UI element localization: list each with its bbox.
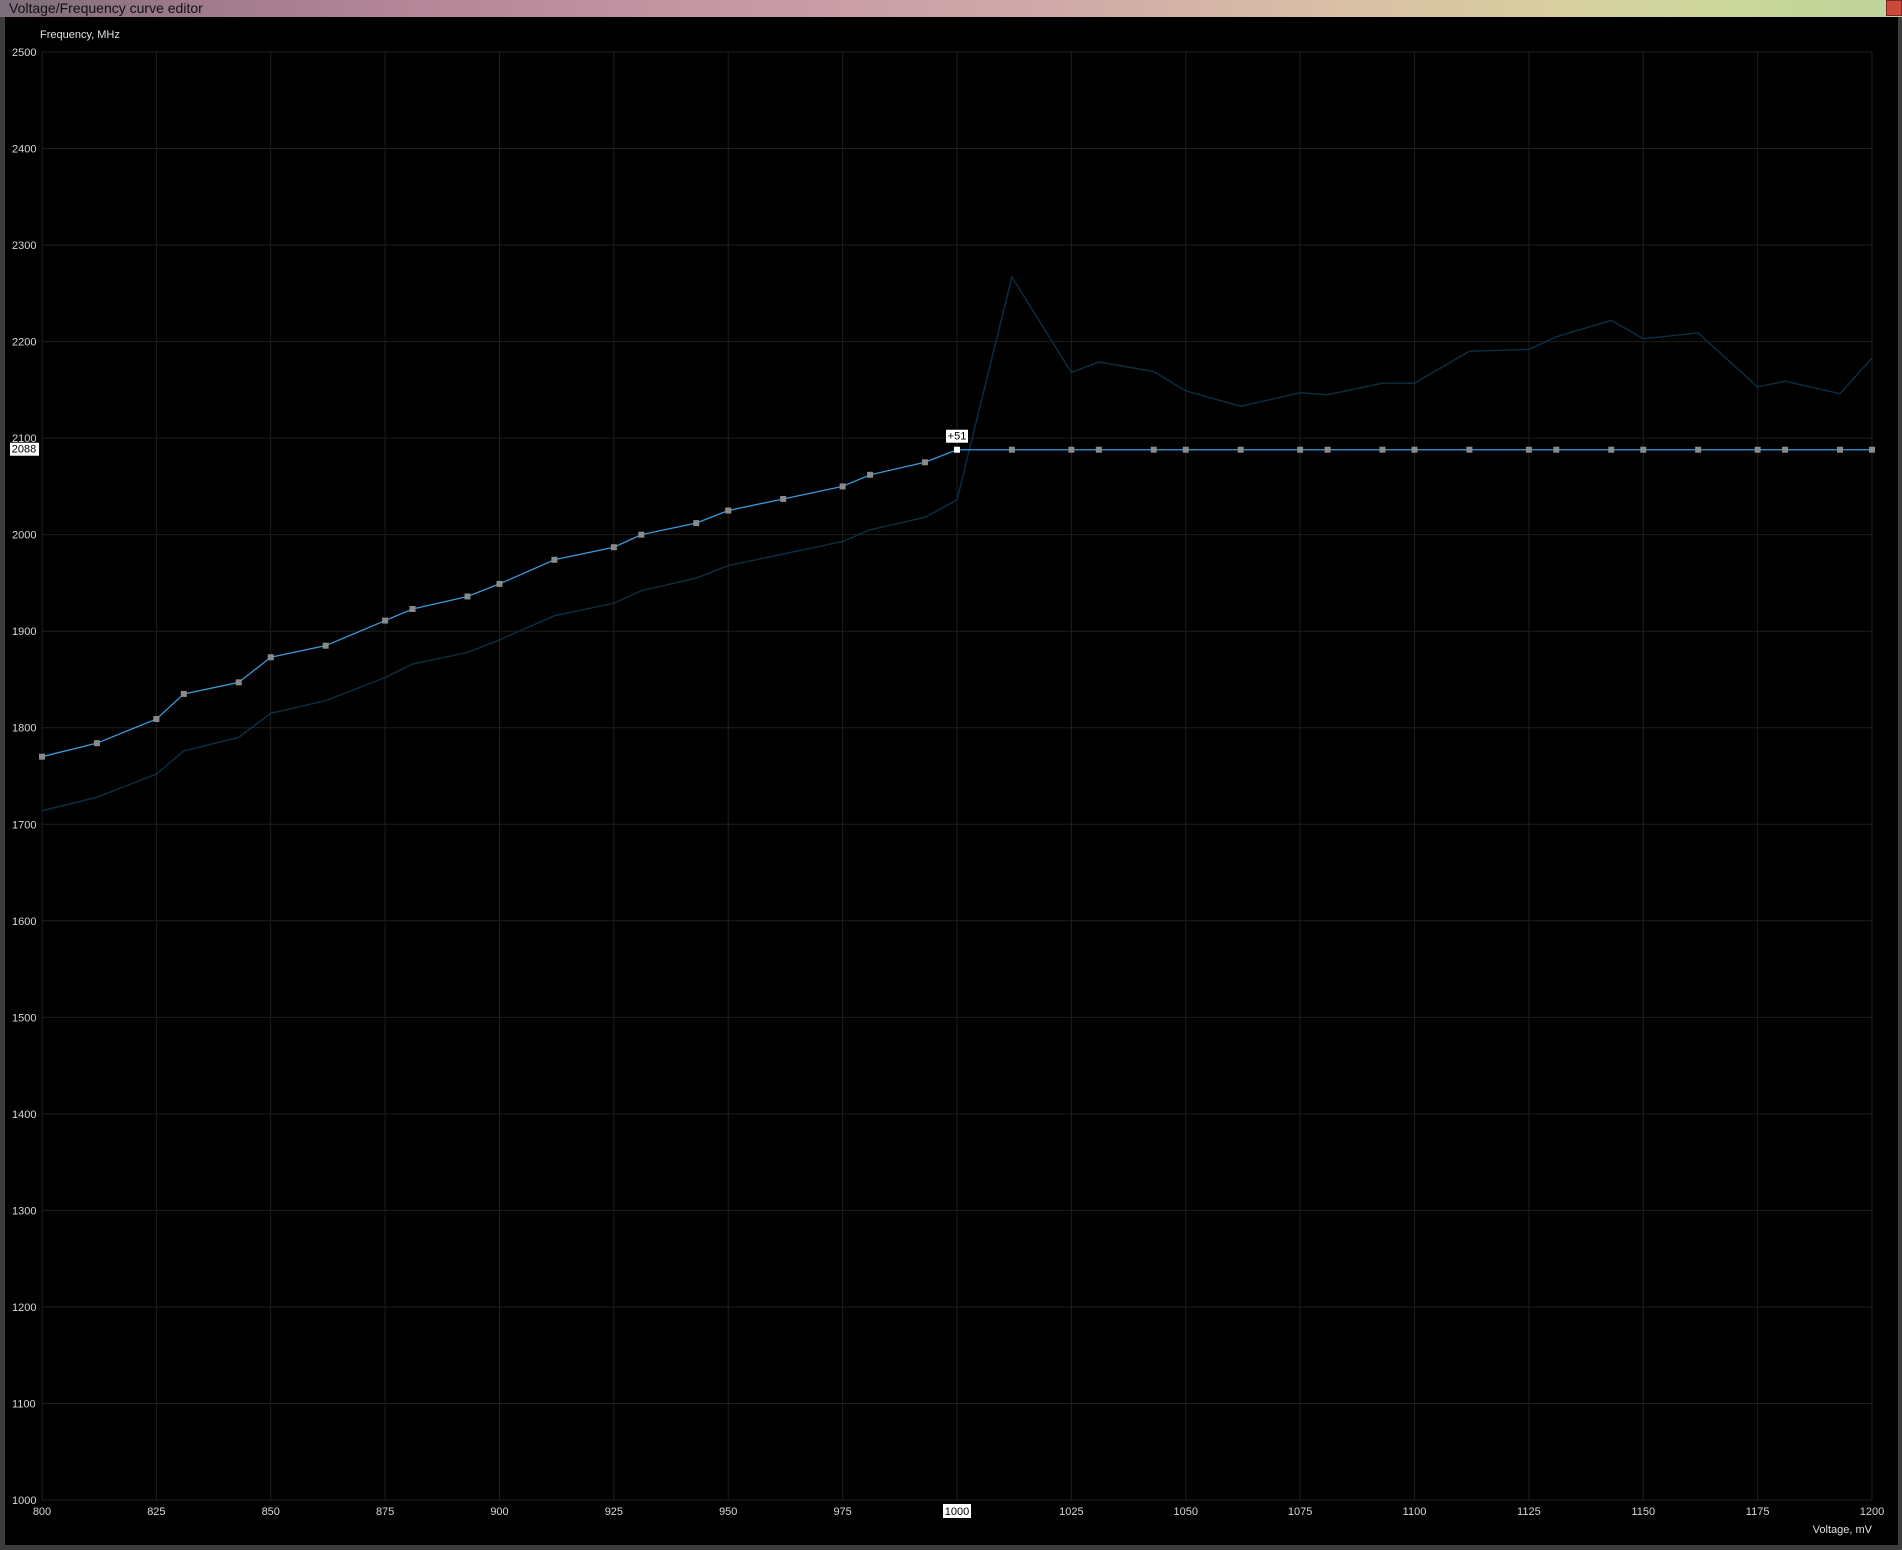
curve-point[interactable]: [1095, 446, 1102, 453]
curve-point[interactable]: [1754, 446, 1761, 453]
window-frame-bottom: [0, 1545, 1902, 1550]
curve-point[interactable]: [839, 483, 846, 490]
curve-point[interactable]: [1411, 446, 1418, 453]
curve-point[interactable]: [1237, 446, 1244, 453]
y-tick-label: 1900: [12, 626, 36, 638]
x-tick-label: 1200: [1860, 1506, 1884, 1518]
curve-point[interactable]: [693, 520, 700, 527]
y-value-label: 2088: [12, 444, 36, 456]
x-tick-label: 1150: [1631, 1506, 1655, 1518]
curve-point[interactable]: [1836, 446, 1843, 453]
y-tick-label: 1600: [12, 916, 36, 928]
x-tick-label: 850: [262, 1506, 280, 1518]
x-tick-label: 800: [33, 1506, 51, 1518]
curve-point[interactable]: [267, 654, 274, 661]
y-tick-label: 1800: [12, 723, 36, 735]
curve-point[interactable]: [1379, 446, 1386, 453]
x-tick-label: 825: [147, 1506, 165, 1518]
y-tick-label: 1200: [12, 1302, 36, 1314]
y-tick-label: 1500: [12, 1012, 36, 1024]
x-tick-label: 900: [490, 1506, 508, 1518]
y-tick-label: 1400: [12, 1109, 36, 1121]
x-tick-label: 950: [719, 1506, 737, 1518]
curve-point[interactable]: [1150, 446, 1157, 453]
curve-point[interactable]: [1695, 446, 1702, 453]
x-axis-label: Voltage, mV: [1813, 1524, 1873, 1536]
curve-point[interactable]: [1553, 446, 1560, 453]
curve-point[interactable]: [1297, 446, 1304, 453]
curve-point[interactable]: [638, 531, 645, 538]
curve-point[interactable]: [180, 690, 187, 697]
curve-point[interactable]: [382, 617, 389, 624]
offset-label: +51: [948, 431, 967, 443]
y-tick-label: 2000: [12, 530, 36, 542]
x-tick-label: 925: [605, 1506, 623, 1518]
curve-point[interactable]: [93, 740, 100, 747]
y-tick-label: 2300: [12, 240, 36, 252]
y-tick-label: 1100: [12, 1398, 36, 1410]
close-icon[interactable]: [1886, 0, 1902, 16]
chart-background: [0, 17, 1902, 1550]
curve-editor-window: Voltage/Frequency curve editor 800 825 850…: [0, 0, 1902, 1550]
curve-point[interactable]: [1608, 446, 1615, 453]
x-tick-label: 1025: [1059, 1506, 1083, 1518]
curve-point[interactable]: [1324, 446, 1331, 453]
window-frame-left: [0, 17, 5, 1550]
curve-point[interactable]: [39, 753, 45, 760]
curve-point[interactable]: [1869, 446, 1875, 453]
curve-point[interactable]: [1782, 446, 1789, 453]
y-tick-label: 2200: [12, 337, 36, 349]
y-tick-label: 1300: [12, 1205, 36, 1217]
curve-point[interactable]: [235, 679, 242, 686]
curve-point[interactable]: [610, 544, 617, 551]
x-tick-label: 1050: [1174, 1506, 1198, 1518]
x-tick-label: 1075: [1288, 1506, 1312, 1518]
curve-point[interactable]: [551, 556, 558, 563]
curve-point[interactable]: [921, 459, 928, 466]
y-tick-label: 2400: [12, 144, 36, 156]
x-tick-label: 975: [833, 1506, 851, 1518]
curve-point[interactable]: [725, 507, 732, 514]
x-tick-label: 875: [376, 1506, 394, 1518]
window-title: Voltage/Frequency curve editor: [9, 0, 203, 16]
curve-point[interactable]: [780, 495, 787, 502]
curve-point[interactable]: [153, 716, 160, 723]
y-axis-label: Frequency, MHz: [40, 29, 120, 41]
title-bar[interactable]: Voltage/Frequency curve editor: [0, 0, 1902, 18]
curve-point[interactable]: [1640, 446, 1647, 453]
x-value-label: 1000: [945, 1506, 969, 1518]
curve-point[interactable]: [1008, 446, 1015, 453]
curve-point[interactable]: [496, 580, 503, 587]
x-tick-label: 1125: [1517, 1506, 1541, 1518]
curve-point[interactable]: [1466, 446, 1473, 453]
curve-point[interactable]: [1525, 446, 1532, 453]
curve-point[interactable]: [1182, 446, 1189, 453]
x-tick-label: 1175: [1746, 1506, 1770, 1518]
curve-point[interactable]: [409, 605, 416, 612]
y-tick-label: 1700: [12, 819, 36, 831]
curve-point[interactable]: [867, 471, 874, 478]
x-tick-label: 1100: [1403, 1506, 1427, 1518]
curve-point[interactable]: [1068, 446, 1075, 453]
curve-point[interactable]: [464, 593, 471, 600]
selected-curve-point[interactable]: [954, 446, 960, 453]
vf-curve-chart[interactable]: 800 825 850 875 900 925 950 975 1025 1050 1075 1100…: [0, 17, 1902, 1550]
window-frame-right: [1898, 17, 1902, 1550]
curve-point[interactable]: [322, 642, 329, 649]
y-tick-label: 2500: [12, 47, 36, 59]
y-tick-label: 1000: [12, 1495, 36, 1507]
